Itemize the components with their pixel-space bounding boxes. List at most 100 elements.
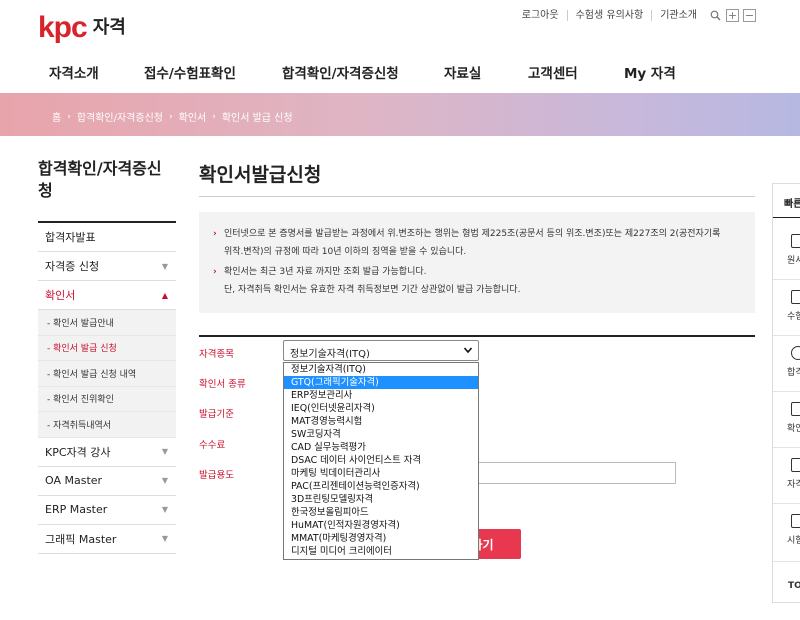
select-value: 정보기술자격(ITQ) bbox=[290, 349, 370, 360]
breadcrumb: 홈 › 합격확인/자격증신청 › 확인서 › 확인서 발급 신청 bbox=[52, 109, 293, 125]
sidebar-item-erp-master[interactable]: ERP Master ▼ bbox=[38, 496, 176, 525]
utility-bar: 로그아웃 수험생 유의사항 기관소개 + − bbox=[514, 9, 756, 22]
notice-text: 위작.변작)의 규정에 따라 10년 이하의 징역을 받을 수 있습니다. bbox=[224, 247, 467, 257]
form-top-border bbox=[199, 335, 755, 337]
label-certificate-type: 확인서 종류 bbox=[199, 379, 246, 390]
nav-qualification-intro[interactable]: 자격소개 bbox=[49, 62, 99, 82]
quick-item-ticket[interactable]: 수험 bbox=[787, 290, 800, 322]
nav-my-qualification[interactable]: My 자격 bbox=[624, 62, 676, 82]
chevron-down-icon: ▼ bbox=[161, 534, 168, 543]
sidebar-sub-acquisition-record[interactable]: - 자격취득내역서 bbox=[38, 412, 176, 438]
site-logo[interactable]: kpc 자격 bbox=[38, 13, 126, 43]
nav-pass-certificate[interactable]: 합격확인/자격증신청 bbox=[282, 62, 399, 82]
quick-item-exam[interactable]: 시험 bbox=[787, 514, 800, 546]
about-link[interactable]: 기관소개 bbox=[651, 10, 705, 21]
logout-link[interactable]: 로그아웃 bbox=[514, 10, 567, 21]
sidebar-item-label: 그래픽 Master bbox=[45, 532, 117, 546]
chevron-down-icon: ▼ bbox=[161, 447, 168, 456]
sidebar-title: 합격확인/자격증신청 bbox=[38, 159, 162, 200]
breadcrumb-certificate[interactable]: 확인서 bbox=[179, 109, 207, 124]
calendar-icon bbox=[791, 514, 800, 528]
sidebar-item-label: ERP Master bbox=[45, 503, 108, 516]
nav-customer-center[interactable]: 고객센터 bbox=[528, 62, 578, 82]
dropdown-option[interactable]: PAC(프리젠테이션능력인증자격) bbox=[284, 480, 478, 493]
breadcrumb-current[interactable]: 확인서 발급 신청 bbox=[222, 109, 293, 124]
qualification-select[interactable]: 정보기술자격(ITQ) bbox=[283, 340, 479, 361]
notice-line: 단, 자격취득 확인서는 유효한 자격 취득정보면 기간 상관없이 발급 가능합… bbox=[213, 281, 741, 299]
dropdown-option[interactable]: 정보기술자격(ITQ) bbox=[284, 363, 478, 376]
sidebar-item-label: 자격증 신청 bbox=[45, 260, 100, 273]
dropdown-option[interactable]: 디지털 미디어 크리에이터 bbox=[284, 545, 478, 558]
sidebar-item-label: OA Master bbox=[45, 474, 103, 487]
dropdown-option[interactable]: SW코딩자격 bbox=[284, 428, 478, 441]
nav-registration[interactable]: 접수/수험표확인 bbox=[144, 62, 236, 82]
sidebar-sub-issue-guide[interactable]: - 확인서 발급안내 bbox=[38, 310, 176, 336]
document-icon bbox=[791, 234, 800, 248]
dropdown-option[interactable]: ERP정보관리사 bbox=[284, 389, 478, 402]
quick-item-license[interactable]: 자격 bbox=[787, 458, 800, 490]
sidebar-item-graphic-master[interactable]: 그래픽 Master ▼ bbox=[38, 525, 176, 554]
sidebar-item-label: KPC자격 강사 bbox=[45, 445, 111, 459]
nav-resources[interactable]: 자료실 bbox=[444, 62, 481, 82]
label-qualification-type: 자격종목 bbox=[199, 349, 234, 360]
dropdown-option[interactable]: CAD 실무능력평가 bbox=[284, 441, 478, 454]
notice-text: 확인서는 최근 3년 자료 까지만 조회 발급 가능합니다. bbox=[224, 267, 427, 277]
scroll-top-button[interactable]: TO bbox=[788, 581, 800, 591]
chevron-right-icon: › bbox=[67, 111, 71, 122]
zoom-in-icon[interactable]: + bbox=[726, 9, 739, 22]
ticket-icon bbox=[791, 290, 800, 304]
notice-line: › 확인서는 최근 3년 자료 까지만 조회 발급 가능합니다. bbox=[213, 263, 741, 281]
sidebar-item-label: 합격자발표 bbox=[45, 231, 96, 244]
qualification-dropdown-list: 정보기술자격(ITQ) GTQ(그래픽기술자격) ERP정보관리사 IEQ(인터넷윤리… bbox=[283, 362, 479, 560]
dropdown-option[interactable]: 3D프린팅모델링자격 bbox=[284, 493, 478, 506]
logo-kpc: kpc bbox=[38, 11, 88, 44]
dropdown-option[interactable]: DSAC 데이터 사이언티스트 자격 bbox=[284, 454, 478, 467]
quick-menu: 빠른 원서 수험 합격 확인 자격 시험 TO bbox=[772, 183, 800, 603]
sidebar-submenu: - 확인서 발급안내 - 확인서 발급 신청 - 확인서 발급 신청 내역 - … bbox=[38, 310, 176, 438]
sidebar: 합격자발표 자격증 신청 ▼ 확인서 ▲ - 확인서 발급안내 - 확인서 발급… bbox=[38, 221, 176, 554]
sidebar-item-certificate[interactable]: 확인서 ▲ bbox=[38, 281, 176, 310]
sub-banner: 홈 › 합격확인/자격증신청 › 확인서 › 확인서 발급 신청 bbox=[0, 93, 800, 136]
title-divider bbox=[199, 196, 755, 197]
label-issue-purpose: 발급용도 bbox=[199, 470, 234, 481]
quick-item-confirm[interactable]: 확인 bbox=[787, 402, 800, 434]
dropdown-option[interactable]: IEQ(인터넷윤리자격) bbox=[284, 402, 478, 415]
page-title: 확인서발급신청 bbox=[199, 164, 322, 186]
quick-menu-title: 빠른 bbox=[784, 199, 800, 210]
label-fee: 수수료 bbox=[199, 440, 226, 451]
exam-notice-link[interactable]: 수험생 유의사항 bbox=[566, 10, 652, 21]
chevron-down-icon: ▼ bbox=[161, 476, 168, 485]
dropdown-option[interactable]: 한국정보올림피아드 bbox=[284, 506, 478, 519]
sidebar-item-label: 확인서 bbox=[45, 289, 76, 302]
sidebar-sub-issue-history[interactable]: - 확인서 발급 신청 내역 bbox=[38, 361, 176, 387]
bullet-chevron-icon: › bbox=[213, 229, 217, 239]
search-icon[interactable] bbox=[709, 9, 722, 22]
sidebar-item-license-apply[interactable]: 자격증 신청 ▼ bbox=[38, 252, 176, 281]
quick-item-application[interactable]: 원서 bbox=[787, 234, 800, 266]
breadcrumb-home[interactable]: 홈 bbox=[52, 109, 61, 124]
bullet-chevron-icon: › bbox=[213, 267, 217, 277]
sidebar-item-oa-master[interactable]: OA Master ▼ bbox=[38, 467, 176, 496]
dropdown-option[interactable]: MAT경영능력시험 bbox=[284, 415, 478, 428]
chevron-right-icon: › bbox=[212, 111, 216, 122]
breadcrumb-pass[interactable]: 합격확인/자격증신청 bbox=[77, 109, 163, 124]
chevron-down-icon bbox=[463, 343, 473, 360]
notice-text: 단, 자격취득 확인서는 유효한 자격 취득정보면 기간 상관없이 발급 가능합… bbox=[224, 285, 521, 295]
dropdown-option[interactable]: MMAT(마케팅경영자격) bbox=[284, 532, 478, 545]
sidebar-item-pass-announcement[interactable]: 합격자발표 bbox=[38, 223, 176, 252]
dropdown-option[interactable]: GTQ(그래픽기술자격) bbox=[284, 376, 478, 389]
chevron-right-icon: › bbox=[168, 111, 173, 122]
medal-icon bbox=[791, 346, 800, 360]
dropdown-option[interactable]: 마케팅 빅데이터관리사 bbox=[284, 467, 478, 480]
dropdown-option[interactable]: HuMAT(인적자원경영자격) bbox=[284, 519, 478, 532]
sidebar-sub-verify[interactable]: - 확인서 진위확인 bbox=[38, 387, 176, 412]
chevron-up-icon: ▲ bbox=[161, 290, 168, 300]
logo-subtitle: 자격 bbox=[92, 17, 126, 38]
chevron-down-icon: ▼ bbox=[161, 261, 168, 271]
quick-item-pass[interactable]: 합격 bbox=[787, 346, 800, 378]
sidebar-sub-issue-apply[interactable]: - 확인서 발급 신청 bbox=[38, 336, 176, 361]
notice-line: 위작.변작)의 규정에 따라 10년 이하의 징역을 받을 수 있습니다. bbox=[213, 243, 741, 261]
sidebar-item-instructor[interactable]: KPC자격 강사 ▼ bbox=[38, 438, 176, 467]
zoom-out-icon[interactable]: − bbox=[743, 9, 756, 22]
notice-text: 인터넷으로 본 증명서를 발급받는 과정에서 위.변조하는 행위는 형법 제22… bbox=[224, 229, 721, 239]
